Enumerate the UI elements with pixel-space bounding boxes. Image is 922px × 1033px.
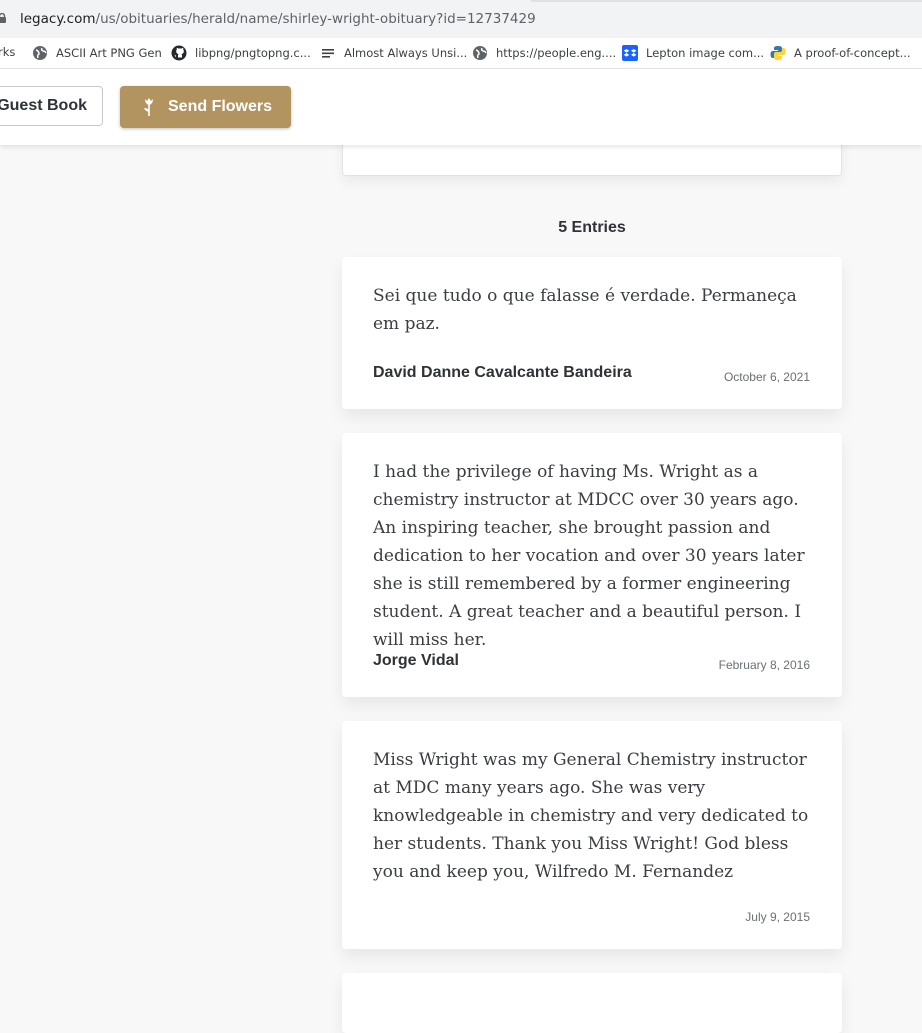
entry-date: October 6, 2021 <box>723 370 810 384</box>
bookmark-label: libpng/pngtopng.c... <box>195 46 311 60</box>
bookmark-item[interactable]: libpng/pngtopng.c... <box>171 45 311 61</box>
globe-icon <box>473 46 487 60</box>
github-icon <box>171 45 187 61</box>
entry-message: Sei que tudo o que falasse é verdade. Pe… <box>373 286 797 334</box>
guestbook-entry: I had the privilege of having Ms. Wright… <box>342 433 842 697</box>
bookmark-item[interactable]: rks <box>0 45 15 59</box>
bookmark-label: Almost Always Unsi... <box>344 46 468 60</box>
bookmark-item[interactable]: Almost Always Unsi... <box>320 45 467 61</box>
send-flowers-button[interactable]: Send Flowers <box>120 86 291 128</box>
bookmark-item[interactable]: ASCII Art PNG Gen <box>32 45 162 61</box>
guestbook-entry <box>342 973 842 1033</box>
bookmarks-bar: rks ASCII Art PNG Gen libpng/pngtopng.c.… <box>0 38 922 69</box>
bookmark-item[interactable]: Lepton image com... <box>622 45 764 61</box>
guest-book-label: Guest Book <box>0 97 87 114</box>
url-host: legacy.com <box>20 11 96 27</box>
url-path: /us/obituaries/herald/name/shirley-wrigh… <box>95 11 536 27</box>
guest-book-button[interactable]: Guest Book <box>0 86 103 126</box>
entries-count: 5 Entries <box>558 219 626 236</box>
entry-message: I had the privilege of having Ms. Wright… <box>373 462 805 650</box>
bookmark-label: A proof-of-concept... <box>794 46 911 60</box>
send-flowers-label: Send Flowers <box>168 98 273 115</box>
entry-date: February 8, 2016 <box>718 658 810 672</box>
browser-address-bar[interactable]: legacy.com/us/obituaries/herald/name/shi… <box>0 0 922 39</box>
tulip-icon <box>144 98 153 116</box>
globe-icon <box>33 46 47 60</box>
entry-message: Miss Wright was my General Chemistry ins… <box>373 750 809 882</box>
python-icon <box>770 46 786 60</box>
bookmark-label: https://people.eng.... <box>496 46 617 60</box>
bookmark-label: rks <box>0 45 16 59</box>
bookmark-label: ASCII Art PNG Gen <box>56 46 162 60</box>
lines-icon <box>322 49 334 58</box>
site-header: Guest Book Send Flowers <box>0 69 922 145</box>
guestbook-entry: Miss Wright was my General Chemistry ins… <box>342 721 842 949</box>
guestbook-entry: Sei que tudo o que falasse é verdade. Pe… <box>342 257 842 409</box>
lock-icon <box>0 13 6 23</box>
entry-author: David Danne Cavalcante Bandeira <box>373 364 632 381</box>
dropbox-icon <box>622 45 638 61</box>
url-text[interactable]: legacy.com/us/obituaries/herald/name/shi… <box>20 11 536 27</box>
entry-date: July 9, 2015 <box>745 910 810 924</box>
tab-strip-edge <box>528 0 922 2</box>
bookmark-item[interactable]: A proof-of-concept... <box>770 45 911 61</box>
bookmark-item[interactable]: https://people.eng.... <box>472 45 616 61</box>
entry-author: Jorge Vidal <box>373 652 459 669</box>
bookmark-label: Lepton image com... <box>646 46 765 60</box>
